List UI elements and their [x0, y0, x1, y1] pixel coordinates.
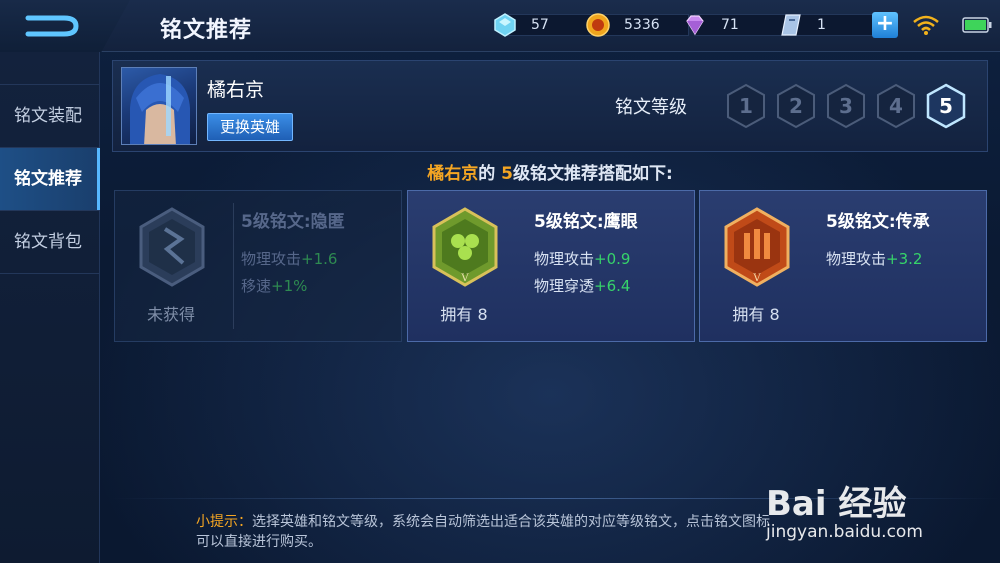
heading-level: 5 — [501, 164, 513, 184]
battery-icon — [962, 17, 992, 33]
baidu-watermark: Bai 经验 jingyan.baidu.com — [766, 458, 976, 548]
crystal-icon — [494, 13, 516, 37]
page-title: 铭文推荐 — [160, 18, 253, 43]
heading-suffix: 级铭文推荐搭配如下: — [512, 164, 673, 184]
ticket-icon — [781, 14, 801, 36]
hero-name: 橘右京 — [207, 79, 265, 101]
card-status: 未获得 — [146, 305, 195, 324]
inscription-heritage-icon: V — [724, 207, 790, 287]
recharge-plus-button[interactable]: + — [872, 12, 898, 38]
card-stat: 物理攻击+1.6 — [241, 250, 338, 268]
crystal-counter: 57 — [492, 13, 600, 37]
tip-line1: 选择英雄和铭文等级，系统会自动筛选出适合该英雄的对应等级铭文，点击铭文图标 — [252, 514, 770, 530]
wifi-icon — [913, 15, 939, 35]
card-name: 5级铭文:鹰眼 — [534, 212, 638, 232]
card-stat: 物理攻击+3.2 — [826, 250, 923, 268]
card-divider — [233, 203, 234, 329]
card-stat: 物理穿透+6.4 — [534, 277, 631, 295]
diamond-counter: 71 — [682, 13, 786, 37]
inscription-hidden-icon — [139, 207, 205, 287]
level-option-2[interactable]: 2 — [775, 83, 817, 129]
card-status: 拥有 8 — [440, 305, 488, 324]
watermark-logo: Bai 经验 — [766, 484, 907, 524]
gold-coin-icon — [586, 13, 610, 37]
card-stat: 物理攻击+0.9 — [534, 250, 631, 268]
watermark-url: jingyan.baidu.com — [766, 522, 923, 542]
sidebar-item-inscription-equip[interactable]: 铭文装配 — [0, 85, 100, 147]
inscription-hawkeye-icon: V — [432, 207, 498, 287]
inscription-card-hawkeye[interactable]: V 拥有 8 5级铭文:鹰眼 物理攻击+0.9 物理穿透+6.4 — [407, 190, 695, 342]
svg-text:V: V — [752, 273, 761, 284]
heading-hero-name: 橘右京 — [427, 164, 479, 184]
change-hero-button[interactable]: 更换英雄 — [207, 113, 293, 141]
level-option-3[interactable]: 3 — [825, 83, 867, 129]
level-option-1[interactable]: 1 — [725, 83, 767, 129]
inscription-card-hidden[interactable]: 未获得 5级铭文:隐匿 物理攻击+1.6 移速+1% — [114, 190, 402, 342]
svg-text:V: V — [460, 273, 469, 284]
inscription-card-heritage[interactable]: V 拥有 8 5级铭文:传承 物理攻击+3.2 — [699, 190, 987, 342]
sidebar-item-inscription-bag[interactable]: 铭文背包 — [0, 211, 100, 273]
diamond-icon — [686, 15, 704, 36]
sidebar-divider — [0, 273, 100, 274]
level-option-5-selected[interactable]: 5 — [925, 83, 967, 129]
recommendation-heading: 橘右京的 5级铭文推荐搭配如下: — [0, 159, 1000, 184]
top-bar: 铭文推荐 57 5336 71 1 + — [0, 0, 1000, 52]
card-name: 5级铭文:传承 — [826, 212, 930, 232]
hero-portrait-icon — [130, 74, 190, 144]
tip-line2: 可以直接进行购买。 — [196, 534, 322, 550]
tip-label: 小提示： — [196, 514, 252, 530]
level-label: 铭文等级 — [615, 97, 687, 118]
back-arrow-icon — [25, 15, 79, 37]
hero-avatar[interactable] — [121, 67, 197, 145]
level-option-4[interactable]: 4 — [875, 83, 917, 129]
card-name: 5级铭文:隐匿 — [241, 212, 345, 232]
sidebar: 铭文装配 铭文推荐 铭文背包 — [0, 52, 100, 563]
hero-panel: 橘右京 更换英雄 铭文等级 1 2 3 4 5 — [112, 60, 988, 152]
card-stat: 移速+1% — [241, 277, 308, 295]
back-button[interactable] — [0, 0, 130, 52]
gold-counter: 5336 — [585, 13, 689, 37]
heading-connector: 的 — [478, 164, 496, 184]
ticket-counter: 1 — [778, 13, 882, 37]
card-status: 拥有 8 — [732, 305, 780, 324]
